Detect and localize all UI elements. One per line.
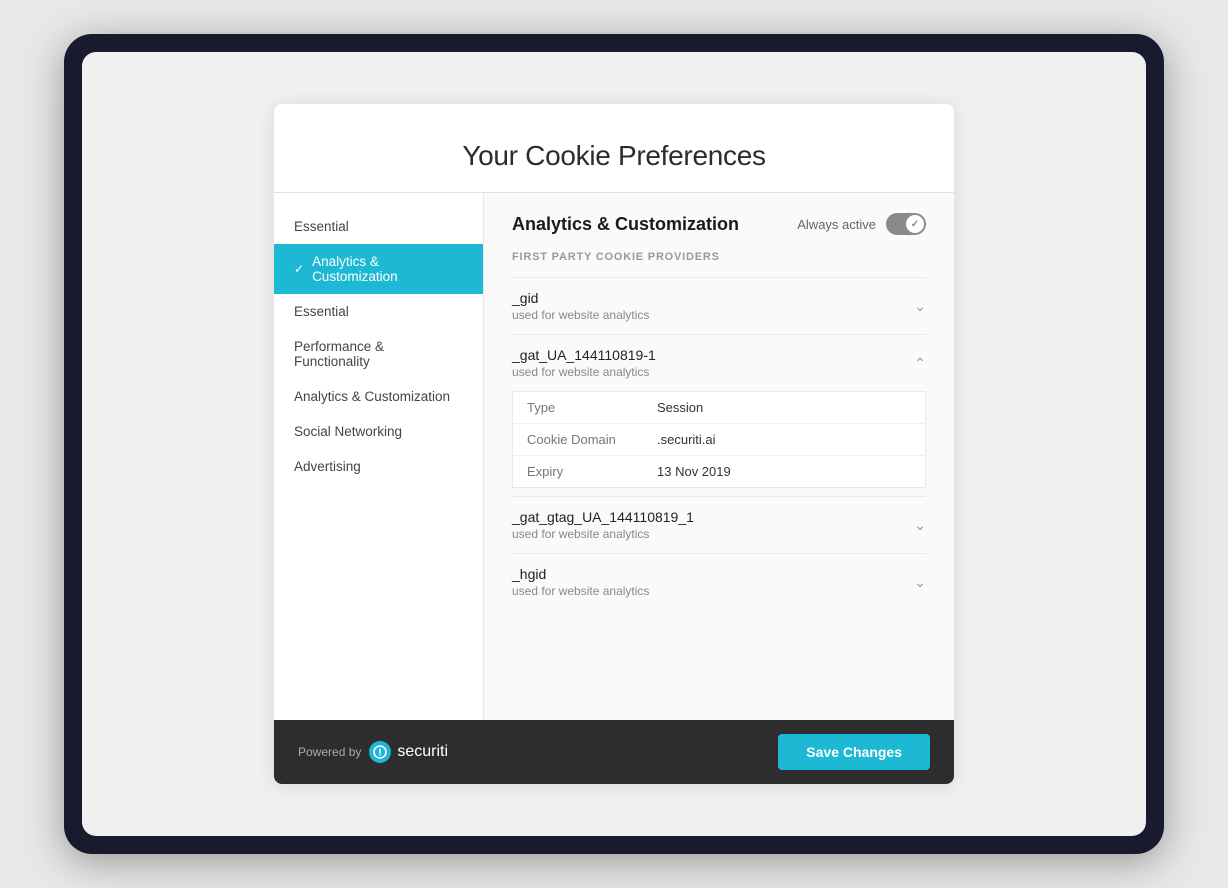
device-screen: Your Cookie Preferences Essential ✓ Anal… [82, 52, 1146, 836]
cookie-name-gat-gtag: _gat_gtag_UA_144110819_1 [512, 509, 914, 525]
cookie-info-gat-ua: _gat_UA_144110819-1 used for website ana… [512, 347, 914, 379]
cookie-info-gid: _gid used for website analytics [512, 290, 914, 322]
sidebar-item-advertising[interactable]: Advertising [274, 449, 483, 484]
detail-label-expiry: Expiry [527, 464, 657, 479]
toggle-thumb: ✓ [906, 215, 924, 233]
cookie-item-gid: _gid used for website analytics ⌄ [512, 277, 926, 334]
sidebar-item-label: Analytics & Customization [294, 389, 450, 404]
check-icon: ✓ [294, 262, 304, 276]
modal-body: Essential ✓ Analytics & Customization Es… [274, 193, 954, 720]
always-active-area: Always active ✓ [797, 213, 926, 235]
detail-value-type: Session [657, 400, 703, 415]
cookie-name-hgid: _hgid [512, 566, 914, 582]
cookie-desc-gid: used for website analytics [512, 308, 914, 322]
sidebar: Essential ✓ Analytics & Customization Es… [274, 193, 484, 720]
cookie-name-gid: _gid [512, 290, 914, 306]
cookie-row-gid[interactable]: _gid used for website analytics ⌄ [512, 278, 926, 334]
toggle-switch[interactable]: ✓ [886, 213, 926, 235]
modal: Your Cookie Preferences Essential ✓ Anal… [274, 104, 954, 784]
detail-row-type: Type Session [513, 392, 925, 424]
cookie-item-hgid: _hgid used for website analytics ⌄ [512, 553, 926, 610]
device-frame: Your Cookie Preferences Essential ✓ Anal… [64, 34, 1164, 854]
page-title: Your Cookie Preferences [314, 140, 914, 172]
cookie-item-gat-ua: _gat_UA_144110819-1 used for website ana… [512, 334, 926, 488]
sidebar-item-essential[interactable]: Essential [274, 294, 483, 329]
sidebar-item-essential-top[interactable]: Essential [274, 209, 483, 244]
detail-label-type: Type [527, 400, 657, 415]
cookie-row-gat-gtag[interactable]: _gat_gtag_UA_144110819_1 used for websit… [512, 497, 926, 553]
sidebar-item-label: Performance & Functionality [294, 339, 463, 369]
always-active-label: Always active [797, 217, 876, 232]
detail-label-domain: Cookie Domain [527, 432, 657, 447]
cookie-desc-gat-ua: used for website analytics [512, 365, 914, 379]
chevron-down-icon-gat-gtag: ⌄ [914, 517, 926, 534]
sidebar-item-analytics[interactable]: Analytics & Customization [274, 379, 483, 414]
content-top: Analytics & Customization Always active … [512, 213, 926, 235]
securiti-icon [369, 741, 391, 763]
toggle-check-icon: ✓ [911, 219, 919, 230]
brand-name: securiti [397, 743, 448, 761]
save-changes-button[interactable]: Save Changes [778, 734, 930, 770]
cookie-info-hgid: _hgid used for website analytics [512, 566, 914, 598]
cookie-info-gat-gtag: _gat_gtag_UA_144110819_1 used for websit… [512, 509, 914, 541]
powered-by-label: Powered by [298, 745, 361, 759]
detail-row-domain: Cookie Domain .securiti.ai [513, 424, 925, 456]
cookie-row-hgid[interactable]: _hgid used for website analytics ⌄ [512, 554, 926, 610]
chevron-up-icon-gat-ua: ⌃ [914, 355, 926, 372]
sidebar-item-label: Social Networking [294, 424, 402, 439]
powered-by: Powered by securiti [298, 741, 448, 763]
detail-row-expiry: Expiry 13 Nov 2019 [513, 456, 925, 487]
chevron-down-icon-hgid: ⌄ [914, 574, 926, 591]
cookie-desc-hgid: used for website analytics [512, 584, 914, 598]
sidebar-item-label: Advertising [294, 459, 361, 474]
chevron-down-icon-gid: ⌄ [914, 298, 926, 315]
securiti-logo: securiti [369, 741, 448, 763]
modal-header: Your Cookie Preferences [274, 104, 954, 193]
cookie-desc-gat-gtag: used for website analytics [512, 527, 914, 541]
sidebar-item-performance[interactable]: Performance & Functionality [274, 329, 483, 379]
detail-value-expiry: 13 Nov 2019 [657, 464, 731, 479]
cookie-name-gat-ua: _gat_UA_144110819-1 [512, 347, 914, 363]
cookie-item-gat-gtag: _gat_gtag_UA_144110819_1 used for websit… [512, 496, 926, 553]
cookie-details-gat-ua: Type Session Cookie Domain .securiti.ai … [512, 391, 926, 488]
sidebar-item-label: Essential [294, 219, 349, 234]
cookie-row-gat-ua[interactable]: _gat_UA_144110819-1 used for website ana… [512, 335, 926, 391]
detail-value-domain: .securiti.ai [657, 432, 716, 447]
sidebar-item-social[interactable]: Social Networking [274, 414, 483, 449]
sidebar-item-label: Analytics & Customization [312, 254, 463, 284]
modal-footer: Powered by securiti Save Changes [274, 720, 954, 784]
section-label: FIRST PARTY COOKIE PROVIDERS [512, 251, 926, 263]
content-title: Analytics & Customization [512, 214, 739, 235]
sidebar-item-analytics-active[interactable]: ✓ Analytics & Customization [274, 244, 483, 294]
content-area: Analytics & Customization Always active … [484, 193, 954, 720]
sidebar-item-label: Essential [294, 304, 349, 319]
